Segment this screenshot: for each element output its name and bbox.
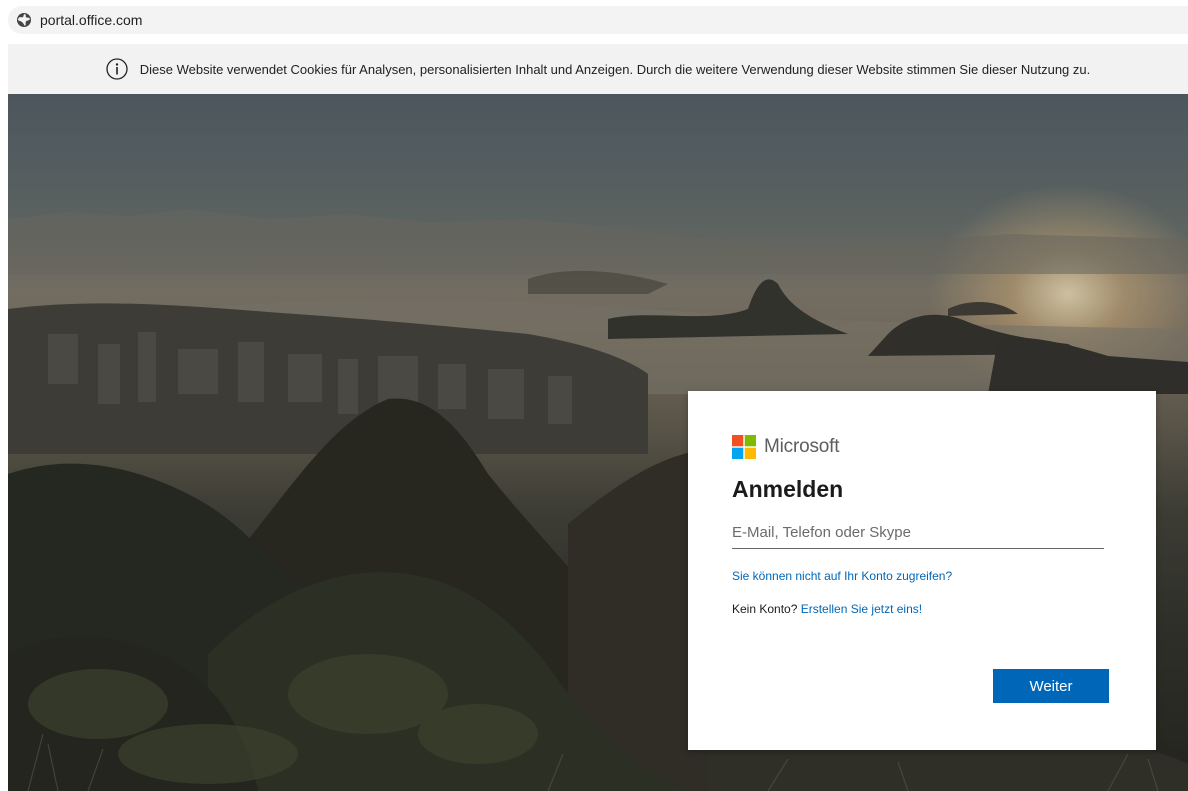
email-field[interactable] <box>732 517 1104 549</box>
create-account-link[interactable]: Erstellen Sie jetzt eins! <box>801 602 922 616</box>
no-account-row: Kein Konto? Erstellen Sie jetzt eins! <box>732 602 1112 616</box>
brand-row: Microsoft <box>732 435 1112 459</box>
cookie-banner: Diese Website verwendet Cookies für Anal… <box>8 44 1188 94</box>
url-field[interactable]: portal.office.com <box>8 6 1188 34</box>
url-text: portal.office.com <box>40 12 143 28</box>
address-bar: portal.office.com <box>0 0 1188 38</box>
microsoft-logo-icon <box>732 435 756 459</box>
forgot-account-row: Sie können nicht auf Ihr Konto zugreifen… <box>732 569 1112 583</box>
next-button[interactable]: Weiter <box>993 669 1109 703</box>
globe-icon <box>16 12 32 28</box>
brand-name: Microsoft <box>764 436 840 457</box>
cookie-banner-text: Diese Website verwendet Cookies für Anal… <box>139 61 1091 77</box>
no-account-label: Kein Konto? <box>732 602 801 616</box>
signin-card: Microsoft Anmelden Sie können nicht auf … <box>688 391 1156 750</box>
page-title: Anmelden <box>732 476 844 502</box>
info-icon <box>106 58 128 80</box>
cant-access-account-link[interactable]: Sie können nicht auf Ihr Konto zugreifen… <box>732 569 952 583</box>
